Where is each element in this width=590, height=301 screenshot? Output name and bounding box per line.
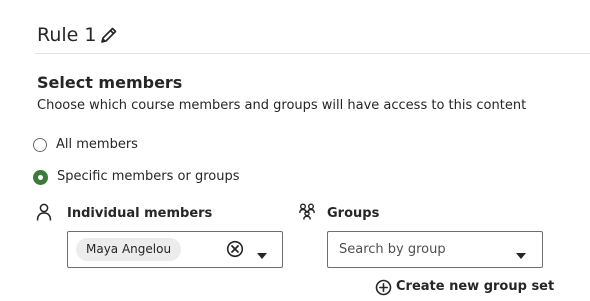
rule-title: Rule 1 [37, 24, 97, 46]
radio-button[interactable] [33, 138, 47, 152]
divider [35, 53, 590, 54]
radio-label: All members [56, 137, 138, 152]
pencil-icon[interactable] [99, 25, 119, 45]
caret-down-icon[interactable] [256, 245, 268, 259]
member-chip[interactable]: Maya Angelou [76, 238, 182, 261]
groups-label: Groups [327, 206, 380, 221]
plus-circle-icon [375, 279, 392, 295]
caret-down-icon[interactable] [515, 245, 527, 259]
create-group-set-label: Create new group set [396, 279, 555, 294]
radio-label: Specific members or groups [57, 169, 240, 184]
circle-x-icon[interactable] [226, 240, 244, 258]
section-title: Select members [37, 73, 183, 92]
create-group-set-button[interactable]: Create new group set [375, 277, 554, 297]
person-icon [36, 203, 52, 221]
radio-button-selected[interactable] [33, 169, 48, 185]
radio-specific-members[interactable]: Specific members or groups [33, 166, 240, 188]
individual-members-label: Individual members [67, 206, 213, 221]
radio-all-members[interactable]: All members [33, 134, 138, 156]
section-description: Choose which course members and groups w… [37, 98, 527, 113]
groups-icon [299, 203, 315, 220]
group-search-input[interactable] [339, 239, 499, 259]
